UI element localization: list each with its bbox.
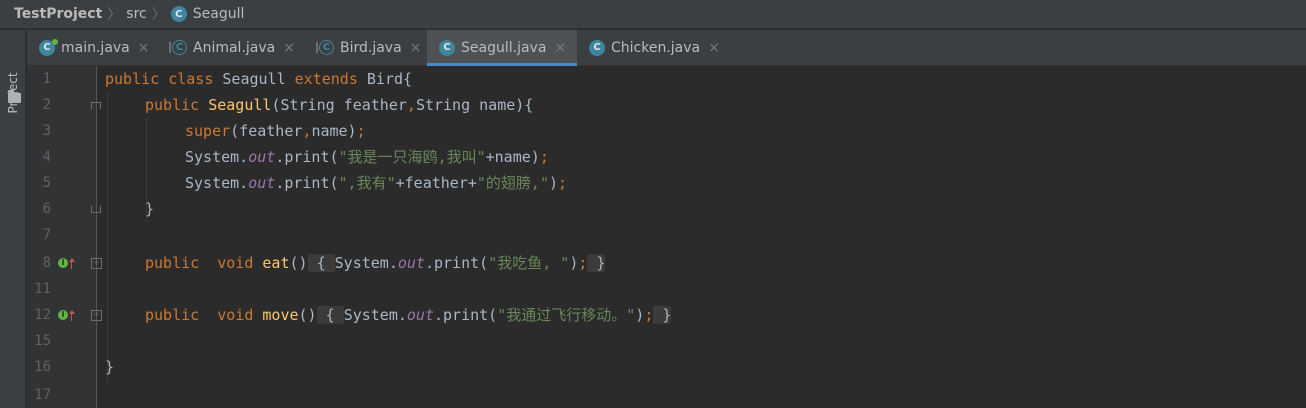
code-text[interactable]: } — [145, 196, 154, 222]
fold-start-icon[interactable] — [91, 102, 101, 109]
folded-region[interactable]: } — [587, 254, 606, 272]
code-line-1: 1 public class Seagull extends Bird{ — [27, 66, 1306, 92]
chevron-right-icon: 〉 — [107, 7, 122, 23]
folded-region[interactable]: { — [307, 254, 335, 272]
code-line-7: 7 — [27, 222, 1306, 248]
breadcrumb-project[interactable]: TestProject — [14, 6, 102, 22]
line-number: 8 — [42, 255, 51, 271]
close-icon[interactable]: × — [283, 40, 295, 56]
implements-method-icon[interactable]: I — [58, 258, 68, 268]
tab-label: Chicken.java — [611, 39, 701, 56]
code-line-6: 6 } — [27, 196, 1306, 222]
breadcrumb: TestProject 〉 src 〉 C Seagull — [0, 0, 1306, 29]
fold-end-icon[interactable] — [91, 206, 101, 213]
code-line-4: 4 System.out.print("我是一只海鸥,我叫"+name); — [27, 144, 1306, 170]
line-number: 7 — [42, 227, 51, 243]
line-number: 6 — [42, 201, 51, 217]
code-text[interactable]: System.out.print(",我有"+feather+"的翅膀,"); — [185, 170, 567, 196]
line-number: 16 — [34, 359, 51, 375]
code-text[interactable]: public void eat() { System.out.print("我吃… — [145, 250, 606, 276]
code-text[interactable]: public class Seagull extends Bird{ — [105, 66, 412, 92]
line-number: 12 — [34, 307, 51, 323]
code-line-2: 2 public Seagull(String feather,String n… — [27, 92, 1306, 118]
abstract-class-icon: C — [169, 40, 187, 55]
tab-main-java[interactable]: C main.java × — [27, 30, 154, 65]
line-number: 15 — [34, 333, 51, 349]
tab-label: Animal.java — [193, 39, 276, 56]
line-number: 3 — [42, 123, 51, 139]
code-line-8: 8 I + public void eat() { System.out.pri… — [27, 250, 1306, 276]
java-class-icon: C — [589, 39, 605, 56]
code-line-3: 3 super(feather,name); — [27, 118, 1306, 144]
line-number: 1 — [42, 71, 51, 87]
code-text[interactable]: public void move() { System.out.print("我… — [145, 302, 672, 328]
folded-region[interactable]: } — [653, 306, 672, 324]
implements-method-icon[interactable]: I — [58, 310, 68, 320]
code-line-5: 5 System.out.print(",我有"+feather+"的翅膀,")… — [27, 170, 1306, 196]
tab-seagull-java[interactable]: C Seagull.java × — [427, 30, 577, 66]
tab-label: Seagull.java — [461, 39, 547, 56]
breadcrumb-file[interactable]: Seagull — [193, 6, 245, 22]
code-line-15: 15 — [27, 328, 1306, 354]
tool-window-strip: Project — [0, 30, 26, 408]
close-icon[interactable]: × — [554, 40, 566, 56]
abstract-class-icon: C — [316, 40, 334, 55]
arrow-up-icon[interactable] — [69, 258, 75, 269]
line-number: 4 — [42, 149, 51, 165]
tab-bird-java[interactable]: C Bird.java × — [301, 30, 427, 65]
fold-expand-icon[interactable]: + — [91, 258, 102, 269]
close-icon[interactable]: × — [708, 40, 720, 56]
tab-animal-java[interactable]: C Animal.java × — [154, 30, 301, 65]
editor-tab-bar: C main.java × C Animal.java × C Bird.jav… — [27, 30, 1306, 66]
code-text[interactable]: super(feather,name); — [185, 118, 366, 144]
tab-label: Bird.java — [340, 39, 402, 56]
line-number: 5 — [42, 175, 51, 191]
code-text[interactable]: System.out.print("我是一只海鸥,我叫"+name); — [185, 144, 549, 170]
code-text[interactable]: public Seagull(String feather,String nam… — [145, 92, 533, 118]
chevron-right-icon: 〉 — [151, 7, 166, 23]
code-text[interactable]: } — [105, 354, 114, 380]
folder-icon[interactable] — [8, 90, 21, 103]
java-class-icon: C — [170, 6, 187, 22]
tab-chicken-java[interactable]: C Chicken.java × — [577, 30, 727, 65]
code-line-16: 16 } — [27, 354, 1306, 380]
tab-label: main.java — [61, 39, 130, 56]
line-number: 17 — [34, 387, 51, 403]
java-class-icon: C — [439, 39, 455, 56]
code-editor[interactable]: 1 public class Seagull extends Bird{ 2 p… — [27, 66, 1306, 408]
fold-expand-icon[interactable]: + — [91, 310, 102, 321]
code-line-17: 17 — [27, 382, 1306, 408]
line-number: 11 — [34, 281, 51, 297]
close-icon[interactable]: × — [138, 40, 150, 56]
breadcrumb-folder[interactable]: src — [126, 6, 146, 22]
arrow-up-icon[interactable] — [69, 310, 75, 321]
run-badge-icon — [52, 38, 58, 45]
line-number: 2 — [42, 97, 51, 113]
folded-region[interactable]: { — [316, 306, 344, 324]
close-icon[interactable]: × — [410, 40, 422, 56]
code-line-12: 12 I + public void move() { System.out.p… — [27, 302, 1306, 328]
java-class-icon: C — [39, 38, 58, 56]
code-line-11: 11 — [27, 276, 1306, 302]
